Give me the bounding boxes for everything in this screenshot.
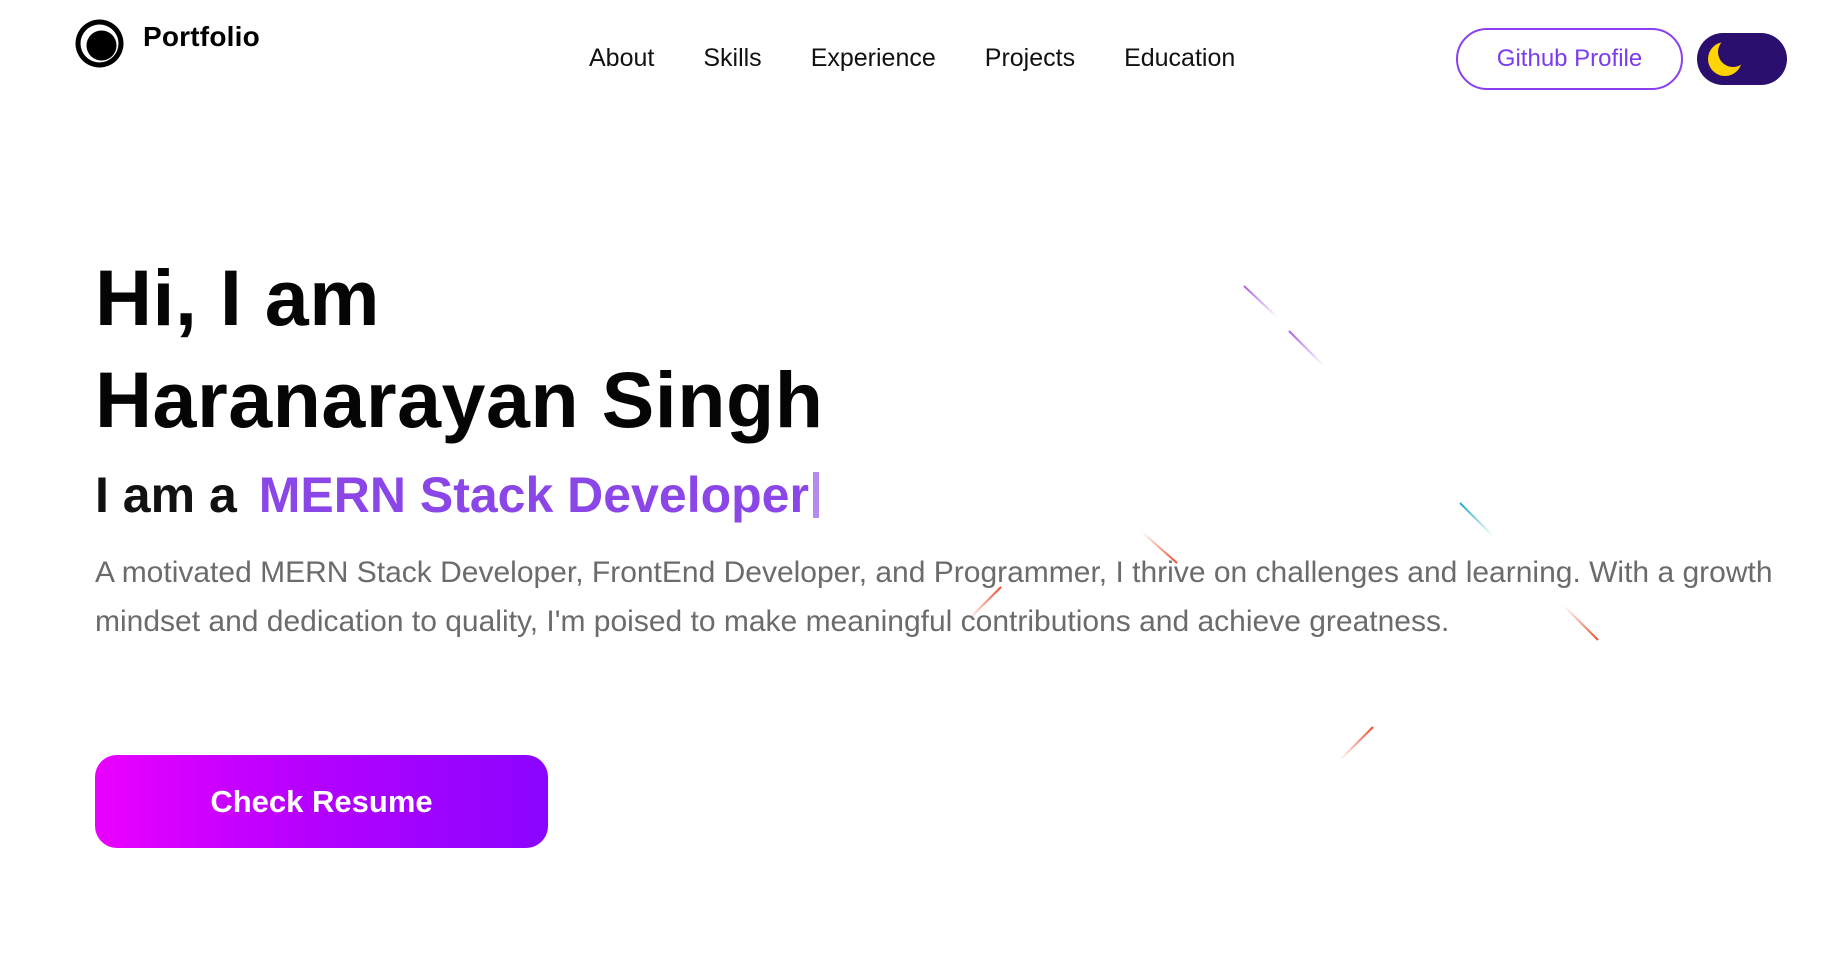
nav-link-about[interactable]: About (589, 44, 654, 73)
streak (1459, 502, 1494, 537)
hero-description: A motivated MERN Stack Developer, FrontE… (95, 556, 1773, 638)
nav-link-skills[interactable]: Skills (703, 44, 761, 73)
navbar: Portfolio About Skills Experience Projec… (0, 0, 1837, 118)
logo-link[interactable]: Portfolio (73, 17, 260, 70)
hero-title: Hi, I am Haranarayan Singh (95, 247, 824, 451)
streak (1243, 285, 1279, 319)
role-prefix: I am a (95, 467, 237, 523)
theme-toggle[interactable] (1697, 33, 1787, 85)
portfolio-page: Portfolio About Skills Experience Projec… (0, 0, 1837, 953)
typing-caret (812, 472, 819, 518)
nav-link-experience[interactable]: Experience (811, 44, 936, 73)
streak (1339, 726, 1374, 761)
check-resume-button[interactable]: Check Resume (95, 755, 548, 848)
nav-link-education[interactable]: Education (1124, 44, 1235, 73)
logo-text: Portfolio (143, 20, 260, 52)
github-profile-button[interactable]: Github Profile (1456, 28, 1683, 90)
streak (1288, 330, 1325, 367)
moon-icon (1708, 42, 1742, 76)
role-typewriter: MERN Stack Developer (258, 467, 809, 523)
role-line: I am a MERN Stack Developer (95, 466, 819, 524)
nav-links: About Skills Experience Projects Educati… (589, 44, 1235, 73)
nav-link-projects[interactable]: Projects (985, 44, 1075, 73)
hero-name: Haranarayan Singh (95, 355, 824, 444)
logo-icon (75, 19, 124, 68)
hero-greeting: Hi, I am (95, 253, 380, 342)
